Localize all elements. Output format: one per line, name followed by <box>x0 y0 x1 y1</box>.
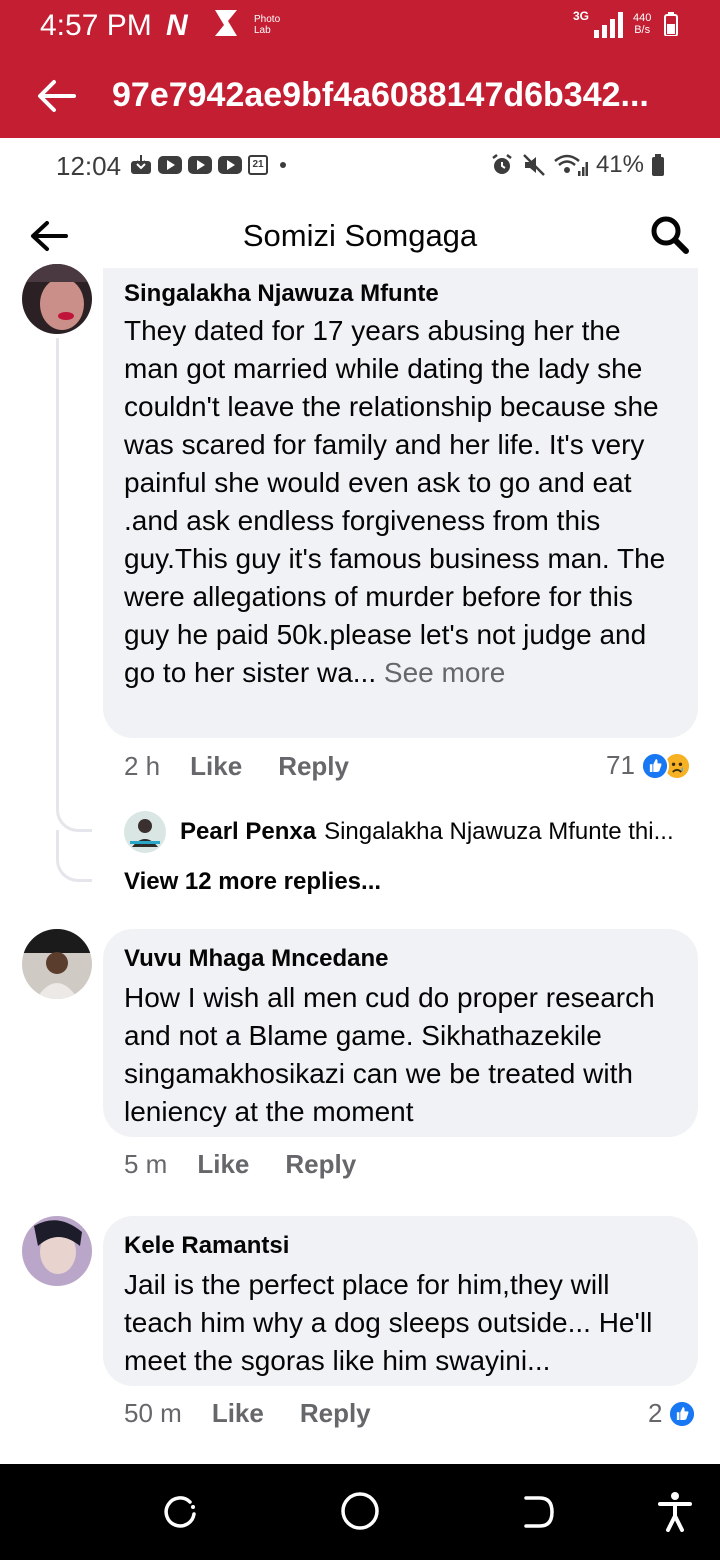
signal-icon <box>594 12 623 38</box>
like-button[interactable]: Like <box>197 1149 249 1180</box>
more-notifications-dot <box>280 162 286 168</box>
outer-app-bar: 4:57 PM N Photo Lab 3G 440 B/s 97e7942ae… <box>0 0 720 138</box>
comment-bubble[interactable]: Singalakha Njawuza Mfunte They dated for… <box>103 268 698 738</box>
calendar-icon: 21 <box>248 155 268 175</box>
outer-title-row: 97e7942ae9bf4a6088147d6b342... <box>0 66 720 130</box>
avatar-photo <box>22 264 92 334</box>
wifi-signal-icon <box>554 154 588 176</box>
comment-author[interactable]: Kele Ramantsi <box>124 1232 676 1260</box>
comment-bubble[interactable]: Vuvu Mhaga Mncedane How I wish all men c… <box>103 929 698 1137</box>
comment-author[interactable]: Vuvu Mhaga Mncedane <box>124 945 676 973</box>
system-nav-bar <box>0 1464 720 1560</box>
see-more-link[interactable]: See more <box>384 657 505 688</box>
like-button[interactable]: Like <box>212 1398 264 1429</box>
reaction-summary[interactable]: 71 <box>606 750 691 781</box>
like-reaction-icon <box>668 1399 697 1428</box>
inner-notification-icons: 21 <box>130 154 286 176</box>
search-icon[interactable] <box>650 215 690 255</box>
avatar[interactable] <box>124 811 166 853</box>
photolab-line1: Photo <box>254 14 281 25</box>
avatar[interactable] <box>22 929 92 999</box>
network-speed-unit: B/s <box>634 24 651 36</box>
thread-connector <box>56 790 92 832</box>
inner-status-time: 12:04 <box>56 151 122 181</box>
comment-meta: 2 h Like Reply <box>124 751 385 782</box>
comment-meta: 50 m Like Reply <box>124 1398 407 1429</box>
like-button[interactable]: Like <box>190 751 242 782</box>
avatar-photo <box>22 1216 92 1286</box>
back-gesture-icon[interactable] <box>518 1492 558 1532</box>
youtube-icon <box>158 156 182 174</box>
battery-percent: 41% <box>595 151 644 178</box>
inner-status-right: 41% <box>490 151 664 179</box>
hourglass-app-icon <box>215 10 237 36</box>
network-speed-value: 440 <box>633 12 652 24</box>
comment-author[interactable]: Singalakha Njawuza Mfunte <box>124 280 676 308</box>
thread-connector <box>56 830 92 882</box>
comment-time[interactable]: 50 m <box>124 1398 182 1429</box>
battery-icon <box>664 12 678 36</box>
outer-page-title: 97e7942ae9bf4a6088147d6b342... <box>112 76 649 114</box>
avatar-photo <box>124 811 166 853</box>
reply-preview[interactable]: Pearl Penxa Singalakha Njawuza Mfunte thi… <box>124 811 700 853</box>
like-reaction-icon <box>640 751 669 780</box>
photolab-icon: Photo Lab <box>254 14 280 36</box>
reply-snippet: Singalakha Njawuza Mfunte thi... <box>324 818 674 845</box>
alarm-icon <box>492 154 512 174</box>
home-icon[interactable] <box>339 1490 381 1532</box>
comment-meta: 5 m Like Reply <box>124 1149 392 1180</box>
n-app-icon: N <box>166 9 188 42</box>
reaction-summary[interactable]: 2 <box>648 1398 697 1429</box>
thread-line <box>56 338 59 798</box>
reply-button[interactable]: Reply <box>278 751 349 782</box>
comment-time[interactable]: 2 h <box>124 751 160 782</box>
comment-time[interactable]: 5 m <box>124 1149 167 1180</box>
youtube-icon <box>218 156 242 174</box>
battery-icon <box>652 154 664 176</box>
reply-preview-text: Pearl Penxa Singalakha Njawuza Mfunte thi… <box>180 818 700 846</box>
inner-status-bar: 12:04 21 41% <box>0 138 720 194</box>
mute-icon <box>523 154 545 176</box>
comment-body: They dated for 17 years abusing her the … <box>124 315 666 688</box>
reply-author[interactable]: Pearl Penxa <box>180 818 316 845</box>
photolab-line2: Lab <box>254 25 271 36</box>
youtube-icon <box>188 156 212 174</box>
back-arrow-icon[interactable] <box>36 78 76 114</box>
view-more-replies-link[interactable]: View 12 more replies... <box>124 868 381 896</box>
comment-text: They dated for 17 years abusing her the … <box>124 312 676 692</box>
outer-status-bar: 4:57 PM N Photo Lab 3G 440 B/s <box>0 0 720 50</box>
reply-button[interactable]: Reply <box>300 1398 371 1429</box>
accessibility-icon[interactable] <box>658 1490 692 1532</box>
outer-status-time: 4:57 PM <box>40 9 152 42</box>
reaction-count: 71 <box>606 750 635 780</box>
network-speed: 440 B/s <box>633 12 651 36</box>
avatar[interactable] <box>22 1216 92 1286</box>
comment-text: How I wish all men cud do proper researc… <box>124 982 655 1127</box>
avatar-photo <box>22 929 92 999</box>
download-icon <box>131 155 151 174</box>
network-type: 3G <box>573 9 590 23</box>
reaction-count: 2 <box>648 1398 663 1428</box>
page-title: Somizi Somgaga <box>242 218 478 253</box>
comment-bubble[interactable]: Kele Ramantsi Jail is the perfect place … <box>103 1216 698 1386</box>
reply-button[interactable]: Reply <box>285 1149 356 1180</box>
recent-apps-icon[interactable] <box>160 1492 200 1532</box>
comment-text: Jail is the perfect place for him,they w… <box>124 1269 653 1376</box>
avatar[interactable] <box>22 264 92 334</box>
